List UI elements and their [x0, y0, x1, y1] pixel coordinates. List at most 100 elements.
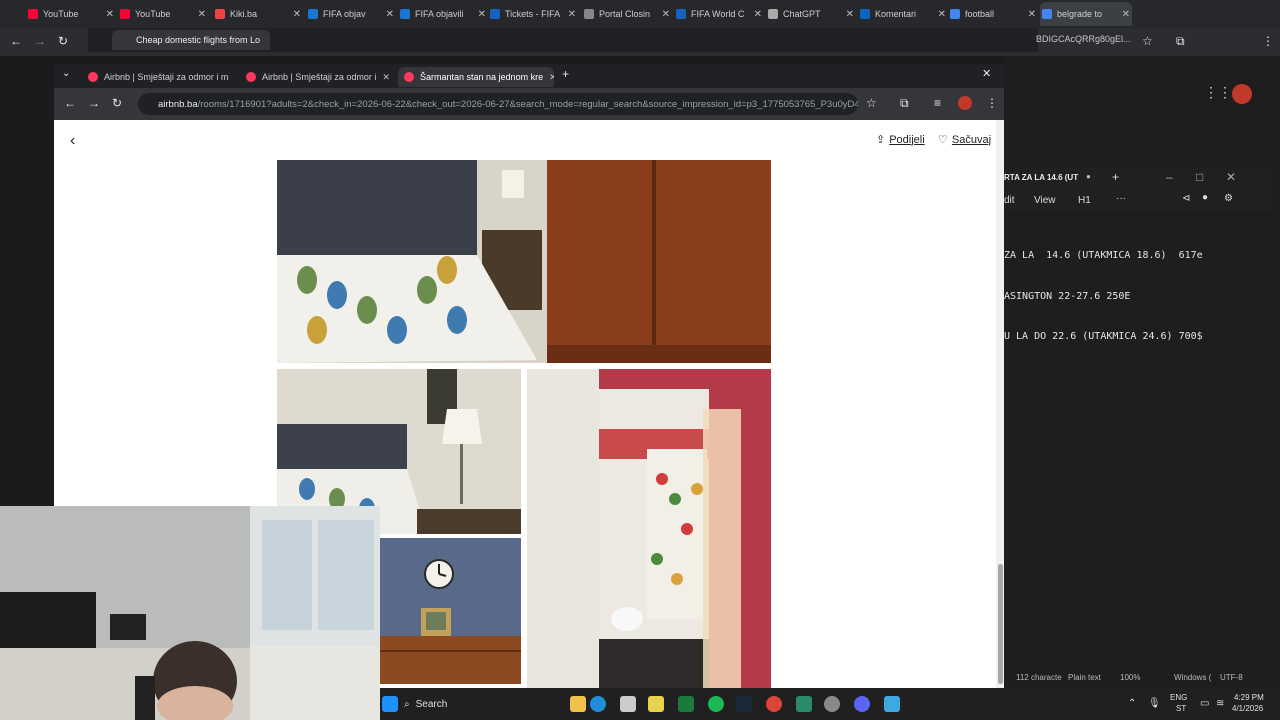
close-icon[interactable]: ✕	[1226, 170, 1236, 184]
edge-icon[interactable]	[590, 696, 606, 712]
save-button[interactable]: ♡ Sačuvaj	[938, 133, 991, 147]
wifi-icon[interactable]: ≋	[1216, 698, 1224, 709]
back-browser-tab[interactable]: Portal Closin ✕	[584, 4, 670, 24]
tab-airbnb-1[interactable]: Airbnb | Smještaji za odmor i m✕	[82, 67, 232, 87]
tab-label: YouTube	[135, 9, 171, 19]
share-button[interactable]: ⇪ Podijeli	[876, 133, 925, 147]
close-tab-icon[interactable]: ✕	[938, 9, 946, 20]
bookmark-star-icon[interactable]: ☆	[866, 96, 877, 110]
display-icon[interactable]: ▭	[1200, 698, 1209, 709]
clock-time[interactable]: 4:29 PM	[1234, 693, 1264, 702]
settings-icon[interactable]	[824, 696, 840, 712]
file-explorer-icon[interactable]	[570, 696, 586, 712]
share-icon[interactable]: ⊲	[1182, 193, 1190, 204]
back-browser-tab[interactable]: Tickets - FIFA ✕	[490, 4, 576, 24]
back-browser-url-fragment[interactable]: BDIGCAcQRRg80gEl...	[1036, 34, 1236, 52]
tab-airbnb-active[interactable]: Šarmantan stan na jednom kre ✕	[398, 67, 554, 87]
settings-gear-icon[interactable]: ⚙	[1224, 193, 1233, 204]
back-browser-tab[interactable]: FIFA objavili ✕	[400, 4, 486, 24]
forward-arrow-icon[interactable]: →	[88, 96, 100, 110]
notes-icon[interactable]	[648, 696, 664, 712]
menu-icon[interactable]: ⋮	[1262, 34, 1274, 48]
excel-icon[interactable]	[678, 696, 694, 712]
spotify-icon[interactable]	[708, 696, 724, 712]
notepad-tab-title[interactable]: RTA ZA LA 14.6 (UT	[1004, 173, 1078, 182]
close-window-icon[interactable]: ✕	[982, 67, 991, 80]
close-tab-icon[interactable]: ✕	[293, 9, 301, 20]
more-icon[interactable]: ···	[1116, 193, 1126, 204]
store-icon[interactable]	[620, 696, 636, 712]
notepad-line: ZA LA 14.6 (UTAKMICA 18.6) 617e	[1004, 250, 1203, 261]
notepad-menubar: dit View H1 ··· ⊲ ● ⚙	[1004, 190, 1274, 212]
tab-label: Tickets - FIFA	[505, 9, 561, 19]
extensions-icon[interactable]: ⧉	[900, 96, 909, 111]
reload-icon[interactable]: ↻	[58, 34, 68, 48]
back-browser-tab[interactable]: FIFA World C ✕	[676, 4, 762, 24]
avatar[interactable]	[1232, 84, 1252, 104]
back-browser-tab[interactable]: football ✕	[950, 4, 1036, 24]
heading-dropdown[interactable]: H1	[1078, 195, 1091, 206]
close-tab-icon[interactable]: ✕	[549, 72, 554, 83]
close-tab-icon[interactable]: ✕	[198, 9, 206, 20]
photo-clock-dresser[interactable]	[379, 538, 521, 684]
photo-bedroom-wide[interactable]	[277, 160, 771, 363]
close-tab-icon[interactable]: ✕	[662, 9, 670, 20]
close-tab-icon[interactable]: ✕	[754, 9, 762, 20]
notepad-line: U LA DO 22.6 (UTAKMICA 24.6) 700$	[1004, 331, 1203, 342]
microphone-icon[interactable]: 🎙	[1148, 698, 1161, 709]
tray-chevron-icon[interactable]: ⌃	[1128, 698, 1136, 709]
tab-search-icon[interactable]: ⌄	[62, 68, 70, 79]
zoom: 100%	[1120, 673, 1141, 682]
close-tab-icon[interactable]: ✕	[106, 9, 114, 20]
tab-favicon-icon	[308, 9, 318, 19]
new-tab-icon[interactable]: +	[1112, 170, 1119, 184]
maximize-icon[interactable]: □	[1196, 170, 1203, 184]
notepad-icon[interactable]	[884, 696, 900, 712]
address-bar[interactable]: airbnb.ba/rooms/1716901?adults=2&check_i…	[138, 93, 858, 115]
menu-icon[interactable]: ⋮	[986, 96, 998, 110]
back-arrow-icon[interactable]: ←	[10, 34, 22, 48]
back-browser-tab[interactable]: YouTube ✕	[120, 4, 206, 24]
close-tab-icon[interactable]: ✕	[386, 9, 394, 20]
back-browser-tab[interactable]: belgrade to ✕	[1042, 4, 1130, 24]
close-tab-icon[interactable]: ✕	[478, 9, 486, 20]
tab-airbnb-2[interactable]: Airbnb | Smještaji za odmor i ✕	[240, 67, 390, 87]
url-host: airbnb.ba	[158, 98, 198, 110]
language[interactable]: ENG	[1170, 693, 1187, 702]
back-browser-tab[interactable]: YouTube ✕	[28, 4, 114, 24]
app-icon[interactable]	[796, 696, 812, 712]
taskbar-search[interactable]: ⌕ Search	[404, 694, 554, 714]
close-tab-icon[interactable]: ✕	[568, 9, 576, 20]
menu-view[interactable]: View	[1034, 195, 1056, 206]
tab-label: Airbnb | Smještaji za odmor i	[262, 72, 377, 82]
media-icon[interactable]: ≡	[934, 96, 941, 110]
reload-icon[interactable]: ↻	[112, 96, 122, 110]
back-browser-tab[interactable]: ChatGPT ✕	[768, 4, 854, 24]
minimize-icon[interactable]: –	[1166, 170, 1173, 184]
new-tab-icon[interactable]: +	[562, 67, 569, 81]
steam-icon[interactable]	[736, 696, 752, 712]
back-browser-tab[interactable]: Komentari ✕	[860, 4, 946, 24]
apps-grid-icon[interactable]: ⋮⋮	[1204, 84, 1232, 102]
photo-bathroom[interactable]	[527, 369, 771, 688]
forward-arrow-icon[interactable]: →	[34, 34, 46, 48]
account-icon[interactable]: ●	[1202, 192, 1208, 203]
back-browser-tab[interactable]: FIFA objav ✕	[308, 4, 394, 24]
tab-label: belgrade to	[1057, 9, 1103, 19]
close-tab-icon[interactable]: ✕	[382, 72, 390, 83]
back-arrow-icon[interactable]: ←	[64, 96, 76, 110]
close-tab-icon[interactable]: ✕	[846, 9, 854, 20]
back-chevron-icon[interactable]: ‹	[70, 132, 75, 150]
inner-window-active-tab[interactable]: Cheap domestic flights from Lo	[112, 30, 270, 50]
notepad-editor[interactable]: ZA LA 14.6 (UTAKMICA 18.6) 617e ASINGTON…	[1004, 222, 1274, 357]
back-browser-tab[interactable]: Kiki.ba ✕	[215, 4, 301, 24]
share-label: Podijeli	[889, 133, 925, 146]
menu-edit[interactable]: dit	[1004, 195, 1015, 206]
close-tab-icon[interactable]: ✕	[1122, 9, 1130, 20]
discord-icon[interactable]	[854, 696, 870, 712]
page-scrollbar-thumb[interactable]	[998, 564, 1003, 684]
start-icon[interactable]	[382, 696, 398, 712]
close-tab-icon[interactable]: ✕	[1028, 9, 1036, 20]
chrome-icon[interactable]	[766, 696, 782, 712]
profile-avatar[interactable]	[958, 96, 972, 110]
